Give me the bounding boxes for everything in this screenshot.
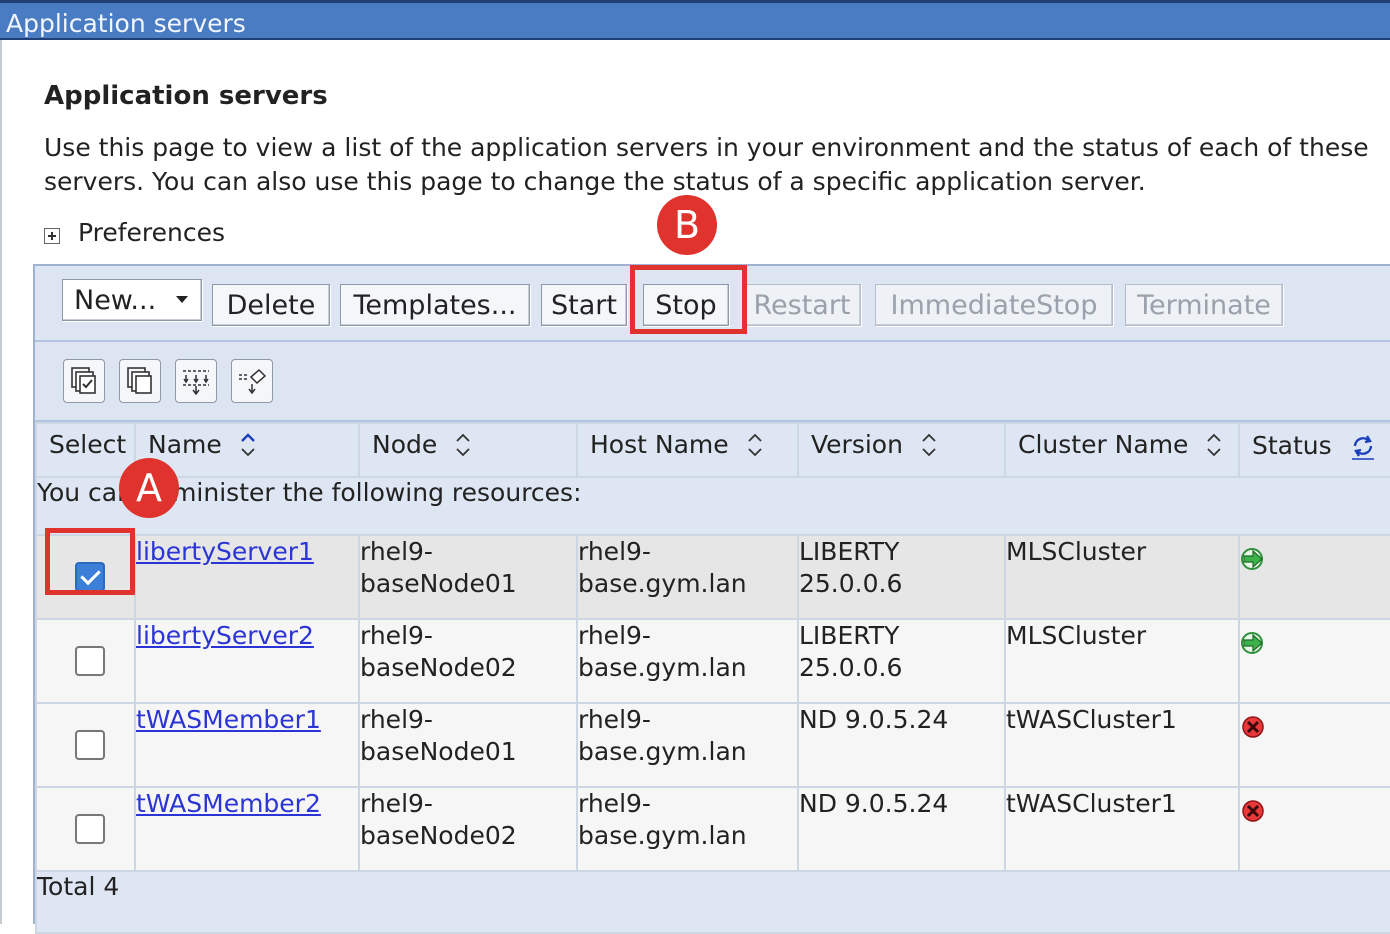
sort-icon[interactable] xyxy=(747,432,763,464)
started-status-icon xyxy=(1240,546,1266,580)
node-cell: rhel9-baseNode02 xyxy=(358,618,578,704)
sort-icon[interactable] xyxy=(921,432,937,464)
immediatestop-button[interactable]: ImmediateStop xyxy=(875,284,1113,326)
cluster-cell: tWASCluster1 xyxy=(1004,702,1240,788)
version-cell: ND 9.0.5.24 xyxy=(797,702,1006,788)
sort-ascending-icon[interactable] xyxy=(240,432,256,464)
version-cell: ND 9.0.5.24 xyxy=(797,786,1006,872)
status-cell xyxy=(1238,786,1390,872)
table-header-row: Select Name Node Host Name Version Clust… xyxy=(35,422,1390,478)
collection-panel: New... Delete Templates... Start Stop Re… xyxy=(33,264,1390,934)
host-cell: rhel9-base.gym.lan xyxy=(576,702,799,788)
row-checkbox[interactable] xyxy=(75,730,105,760)
clear-filter-icon[interactable] xyxy=(231,359,273,403)
column-header-select: Select xyxy=(35,422,136,478)
cluster-cell: tWASCluster1 xyxy=(1004,786,1240,872)
node-cell: rhel9-baseNode01 xyxy=(358,702,578,788)
select-cell xyxy=(35,618,136,704)
server-name-link[interactable]: libertyServer2 xyxy=(136,621,314,650)
annotation-marker-a: A xyxy=(119,458,179,518)
deselect-all-icon[interactable] xyxy=(119,359,161,403)
column-header-name-label: Name xyxy=(148,430,222,459)
column-header-node-label: Node xyxy=(372,430,438,459)
select-all-icon[interactable] xyxy=(63,359,105,403)
name-cell: libertyServer2 xyxy=(134,618,360,704)
new-dropdown-button[interactable]: New... xyxy=(62,279,202,321)
checkbox-highlight xyxy=(45,528,135,595)
expand-icon[interactable] xyxy=(44,228,60,244)
name-cell: tWASMember1 xyxy=(134,702,360,788)
column-header-cluster-name[interactable]: Cluster Name xyxy=(1004,422,1240,478)
sort-icon[interactable] xyxy=(1206,432,1222,464)
left-border xyxy=(0,40,2,924)
new-button-label: New... xyxy=(74,284,157,316)
server-name-link[interactable]: tWASMember2 xyxy=(136,789,321,818)
page-title: Application servers xyxy=(44,81,328,111)
select-cell xyxy=(35,786,136,872)
preferences-label: Preferences xyxy=(78,217,226,247)
templates-button[interactable]: Templates... xyxy=(340,284,530,326)
row-checkbox[interactable] xyxy=(75,814,105,844)
sort-icon[interactable] xyxy=(455,432,471,464)
node-cell: rhel9-baseNode02 xyxy=(358,786,578,872)
column-header-version-label: Version xyxy=(811,430,903,459)
name-cell: tWASMember2 xyxy=(134,786,360,872)
name-cell: libertyServer1 xyxy=(134,534,360,620)
status-cell xyxy=(1238,702,1390,788)
column-header-host-name-label: Host Name xyxy=(590,430,729,459)
column-header-cluster-name-label: Cluster Name xyxy=(1018,430,1189,459)
servers-table: Select Name Node Host Name Version Clust… xyxy=(35,422,1390,934)
version-cell: LIBERTY 25.0.0.6 xyxy=(797,618,1006,704)
table-row: libertyServer2 rhel9-baseNode02 rhel9-ba… xyxy=(35,618,1390,704)
stopped-status-icon xyxy=(1240,798,1266,832)
server-name-link[interactable]: tWASMember1 xyxy=(136,705,321,734)
stopped-status-icon xyxy=(1240,714,1266,748)
start-button[interactable]: Start xyxy=(541,284,627,326)
status-cell xyxy=(1238,534,1390,620)
host-cell: rhel9-base.gym.lan xyxy=(576,534,799,620)
window-title: Application servers xyxy=(6,9,246,38)
stop-button-highlight xyxy=(630,265,747,334)
status-cell xyxy=(1238,618,1390,704)
cluster-cell: MLSCluster xyxy=(1004,618,1240,704)
host-cell: rhel9-base.gym.lan xyxy=(576,618,799,704)
select-cell xyxy=(35,702,136,788)
restart-button[interactable]: Restart xyxy=(743,284,861,326)
table-row: tWASMember2 rhel9-baseNode02 rhel9-base.… xyxy=(35,786,1390,872)
preferences-toggle[interactable]: Preferences xyxy=(44,214,225,250)
terminate-button[interactable]: Terminate xyxy=(1125,284,1283,326)
cluster-cell: MLSCluster xyxy=(1004,534,1240,620)
admin-message-row: You can administer the following resourc… xyxy=(35,476,1390,536)
table-row: tWASMember1 rhel9-baseNode01 rhel9-base.… xyxy=(35,702,1390,788)
delete-button[interactable]: Delete xyxy=(212,284,330,326)
column-header-node[interactable]: Node xyxy=(358,422,578,478)
column-header-version[interactable]: Version xyxy=(797,422,1006,478)
node-cell: rhel9-baseNode01 xyxy=(358,534,578,620)
version-cell: LIBERTY 25.0.0.6 xyxy=(797,534,1006,620)
chevron-down-icon xyxy=(176,296,188,303)
table-row: libertyServer1 rhel9-baseNode01 rhel9-ba… xyxy=(35,534,1390,620)
refresh-status-icon[interactable] xyxy=(1350,432,1376,466)
admin-message: You can administer the following resourc… xyxy=(35,476,1390,536)
table-icon-toolbar xyxy=(35,342,1390,422)
server-name-link[interactable]: libertyServer1 xyxy=(136,537,314,566)
page-description: Use this page to view a list of the appl… xyxy=(44,133,1369,196)
column-header-status-label: Status xyxy=(1252,431,1332,460)
window-titlebar: Application servers xyxy=(0,0,1390,40)
column-header-status: Status xyxy=(1238,422,1390,478)
annotation-marker-b: B xyxy=(657,195,717,255)
row-checkbox[interactable] xyxy=(75,646,105,676)
show-filter-icon[interactable] xyxy=(175,359,217,403)
host-cell: rhel9-base.gym.lan xyxy=(576,786,799,872)
started-status-icon xyxy=(1240,630,1266,664)
column-header-host-name[interactable]: Host Name xyxy=(576,422,799,478)
